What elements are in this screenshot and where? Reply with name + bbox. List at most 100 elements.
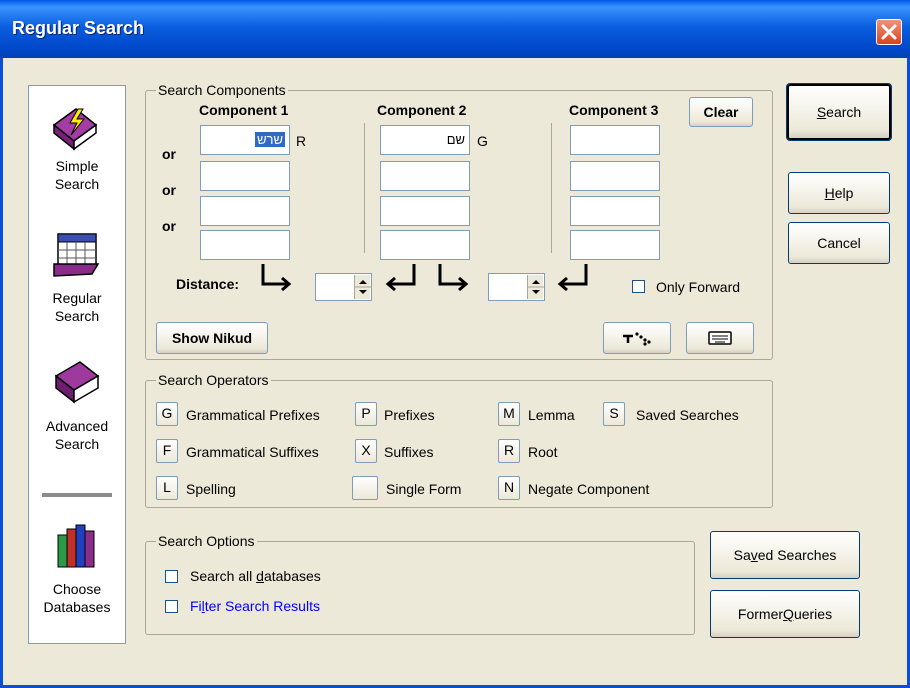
sidebar-item-label: Regular xyxy=(52,290,102,306)
search-all-databases-checkbox[interactable] xyxy=(165,570,178,583)
component-1-field-1[interactable]: שרש xyxy=(200,125,290,155)
arrow-right-down-icon xyxy=(261,264,292,292)
cancel-button[interactable]: Cancel xyxy=(788,222,890,264)
hebrew-vowels-icon xyxy=(623,332,651,346)
sidebar-item-label: Search xyxy=(54,436,100,452)
sidebar-item-label: Choose xyxy=(52,581,102,597)
arrow-up-left-icon xyxy=(385,264,416,292)
insert-vowels-button[interactable] xyxy=(603,322,671,354)
sidebar-item-label: Databases xyxy=(43,599,111,615)
close-button[interactable] xyxy=(876,19,902,45)
label-mnemonic: S xyxy=(816,104,827,120)
label-part: Sa xyxy=(733,547,751,563)
clear-button[interactable]: Clear xyxy=(689,97,753,127)
keyboard-button[interactable] xyxy=(686,322,754,354)
label-part: atabases xyxy=(263,568,321,584)
purple-book-icon xyxy=(54,361,100,404)
operator-key-button[interactable]: M xyxy=(498,402,520,426)
operator-label: Grammatical Suffixes xyxy=(186,444,319,460)
column-separator xyxy=(551,123,552,253)
component-1-field-2[interactable] xyxy=(200,161,290,191)
help-button[interactable]: Help xyxy=(788,172,890,214)
operator-key-button[interactable]: S xyxy=(603,402,625,426)
group-legend: Search Components xyxy=(156,82,288,98)
operator-label: Suffixes xyxy=(384,444,434,460)
sidebar-item-choose-databases[interactable] xyxy=(52,521,102,571)
show-nikud-button[interactable]: Show Nikud xyxy=(156,322,268,354)
former-queries-button[interactable]: Former Queries xyxy=(710,590,860,638)
or-label: or xyxy=(162,182,176,198)
spin-arrows-icon xyxy=(355,280,371,294)
distance-label: Distance: xyxy=(176,276,240,292)
component-1-field-1-text: שרש xyxy=(255,132,285,147)
only-forward-label: Only Forward xyxy=(656,279,741,295)
label-mnemonic: Q xyxy=(783,606,794,622)
label-part: elp xyxy=(834,185,854,201)
label-part: earch xyxy=(826,104,862,120)
component-2-header: Component 2 xyxy=(377,102,467,118)
search-all-databases-label: Search all databases xyxy=(190,568,321,584)
distance-2-spinner[interactable] xyxy=(488,273,545,301)
operator-label: Lemma xyxy=(528,407,575,423)
or-label: or xyxy=(162,218,176,234)
component-3-field-3[interactable] xyxy=(570,196,660,226)
label-part: Search all xyxy=(190,568,257,584)
operator-label: Root xyxy=(528,444,558,460)
component-2-field-1-text: שם xyxy=(446,132,465,147)
column-separator xyxy=(364,123,365,253)
component-1-field-3[interactable] xyxy=(200,196,290,226)
sidebar-item-regular-search[interactable] xyxy=(52,232,102,280)
operator-key-button[interactable]: R xyxy=(498,439,520,463)
operator-key-button[interactable]: L xyxy=(156,476,178,500)
saved-searches-button[interactable]: Sa v ed Searches xyxy=(710,531,860,579)
search-button[interactable]: Search xyxy=(786,83,892,141)
component-2-field-4[interactable] xyxy=(380,230,470,260)
component-1-header: Component 1 xyxy=(199,102,289,118)
operator-key-button[interactable] xyxy=(352,476,378,500)
component-2-field-2[interactable] xyxy=(380,161,470,191)
window-title: Regular Search xyxy=(12,18,145,38)
sidebar-item-label: Simple xyxy=(55,158,99,174)
distance-1-spinner[interactable] xyxy=(315,273,372,301)
sidebar-item-advanced-search[interactable] xyxy=(52,358,102,408)
operator-key-button[interactable]: F xyxy=(156,439,178,463)
group-legend: Search Operators xyxy=(156,372,271,388)
arrow-up-left-icon xyxy=(557,264,588,292)
sidebar-item-label: Search xyxy=(54,308,100,324)
arrow-right-down-icon xyxy=(438,264,469,292)
operator-key-button[interactable]: P xyxy=(355,402,377,426)
component-3-field-2[interactable] xyxy=(570,161,660,191)
filter-search-results-checkbox[interactable] xyxy=(165,600,178,613)
sidebar-divider xyxy=(42,493,112,497)
label-mnemonic: d xyxy=(256,568,264,584)
operator-key-button[interactable]: X xyxy=(355,439,377,463)
lightning-book-icon xyxy=(52,108,98,151)
component-2-operator: G xyxy=(477,133,488,149)
operator-label: Negate Component xyxy=(528,481,650,497)
operator-label: Grammatical Prefixes xyxy=(186,407,320,423)
label-part: ueries xyxy=(793,606,833,622)
or-label: or xyxy=(162,146,176,162)
component-1-field-4[interactable] xyxy=(200,230,290,260)
label-part: ed Searches xyxy=(757,547,837,563)
keyboard-icon xyxy=(708,331,732,345)
operator-key-button[interactable]: N xyxy=(498,476,520,500)
label-part: Former xyxy=(737,606,784,622)
component-2-field-1[interactable]: שם xyxy=(380,125,470,155)
label-mnemonic: v xyxy=(750,547,758,563)
spin-arrows-icon xyxy=(528,280,544,294)
only-forward-checkbox[interactable] xyxy=(632,280,645,293)
operator-key-button[interactable]: G xyxy=(156,402,178,426)
operator-label: Saved Searches xyxy=(636,407,739,423)
group-legend: Search Options xyxy=(156,533,257,549)
label-part: ter Search Results xyxy=(204,598,320,614)
filter-search-results-label: Filter Search Results xyxy=(190,598,320,614)
sidebar-item-label: Advanced xyxy=(45,418,109,434)
component-3-header: Component 3 xyxy=(569,102,659,118)
books-icon xyxy=(57,524,95,568)
sidebar-item-simple-search[interactable] xyxy=(50,103,100,153)
component-3-field-1[interactable] xyxy=(570,125,660,155)
component-2-field-3[interactable] xyxy=(380,196,470,226)
label-part: Fi xyxy=(190,598,202,614)
component-3-field-4[interactable] xyxy=(570,230,660,260)
